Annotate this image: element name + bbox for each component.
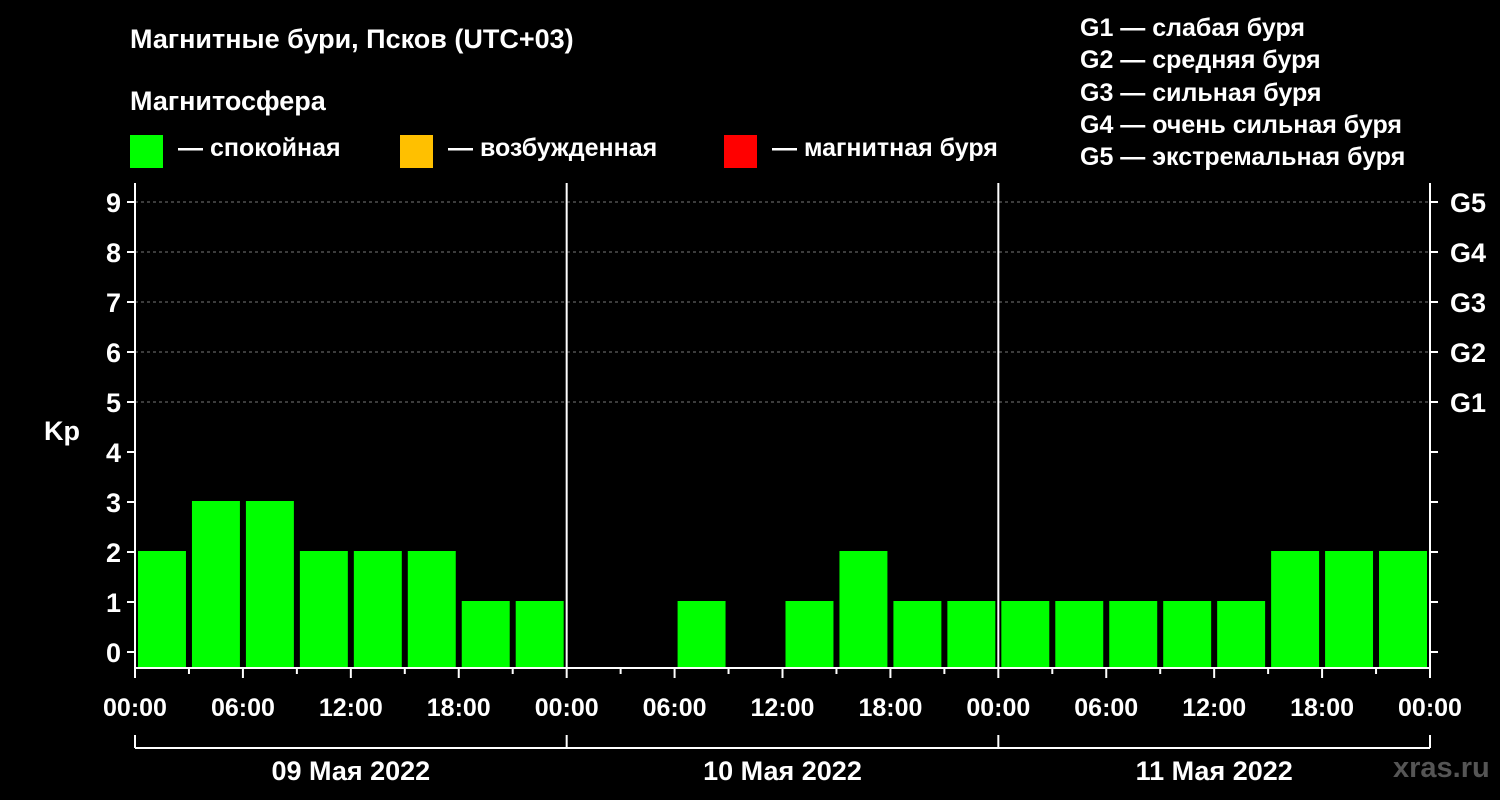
x-tick-label-12: 00:00	[1398, 694, 1462, 722]
bar-20	[1217, 601, 1266, 668]
y-tick-label-3: 3	[106, 488, 121, 518]
y-tick-label-1: 1	[106, 588, 121, 618]
bar-0	[138, 551, 186, 668]
bar-5	[407, 551, 456, 668]
x-tick-label-0: 00:00	[103, 694, 167, 722]
bar-4	[353, 551, 402, 668]
y-tick-label-8: 8	[106, 238, 121, 268]
bar-1	[191, 501, 240, 668]
bar-19	[1163, 601, 1212, 668]
grid-layer	[135, 201, 1430, 403]
bar-7	[515, 601, 564, 668]
bar-16	[1001, 601, 1050, 668]
watermark: xras.ru	[1393, 752, 1490, 784]
kp-chart: 0 1 2 3 4 5 6 7 8 9 G1 G2 G3 G4 G5 00:00 06:00 12:00 18:00…	[44, 183, 1486, 786]
y-tick-label-5: 5	[106, 388, 121, 418]
y-tick-label-6: 6	[106, 338, 121, 368]
bar-18	[1109, 601, 1158, 668]
x-tick-label-11: 18:00	[1290, 694, 1354, 722]
bar-12	[785, 601, 834, 668]
x-tick-label-7: 18:00	[858, 694, 922, 722]
y-tick-label-4: 4	[106, 438, 121, 468]
bar-6	[461, 601, 510, 668]
bar-2	[245, 501, 294, 668]
x-tick-label-1: 06:00	[211, 694, 275, 722]
bar-3	[299, 551, 348, 668]
axis-layer: 0 1 2 3 4 5 6 7 8 9 G1 G2 G3 G4 G5 00:00 06:00 12:00 18:00…	[103, 183, 1486, 786]
bar-14	[893, 601, 942, 668]
x-tick-label-9: 06:00	[1074, 694, 1138, 722]
x-tick-label-5: 06:00	[643, 694, 707, 722]
x-tick-label-10: 12:00	[1182, 694, 1246, 722]
g-tick-label-0: G1	[1450, 388, 1486, 418]
x-tick-label-4: 00:00	[535, 694, 599, 722]
day-label-2: 11 Мая 2022	[1136, 756, 1293, 786]
y-tick-label-0: 0	[106, 638, 121, 668]
bar-23	[1379, 551, 1427, 668]
bar-17	[1055, 601, 1104, 668]
bar-21	[1271, 551, 1320, 668]
y-tick-label-7: 7	[106, 288, 121, 318]
g-tick-label-4: G5	[1450, 188, 1486, 218]
x-tick-label-2: 12:00	[319, 694, 383, 722]
y-tick-label-2: 2	[106, 538, 121, 568]
day-label-1: 10 Мая 2022	[703, 756, 862, 786]
x-tick-label-6: 12:00	[751, 694, 815, 722]
bar-13	[839, 551, 888, 668]
g-tick-label-1: G2	[1450, 338, 1486, 368]
x-tick-label-3: 18:00	[427, 694, 491, 722]
y-tick-label-9: 9	[106, 188, 121, 218]
day-label-0: 09 Мая 2022	[271, 756, 430, 786]
bar-10	[677, 601, 726, 668]
g-tick-label-2: G3	[1450, 288, 1486, 318]
bar-22	[1325, 551, 1374, 668]
bar-15	[947, 601, 996, 668]
bar-layer	[138, 501, 1427, 668]
g-tick-label-3: G4	[1450, 238, 1486, 268]
x-tick-label-8: 00:00	[966, 694, 1030, 722]
y-axis-label: Kp	[44, 416, 80, 446]
